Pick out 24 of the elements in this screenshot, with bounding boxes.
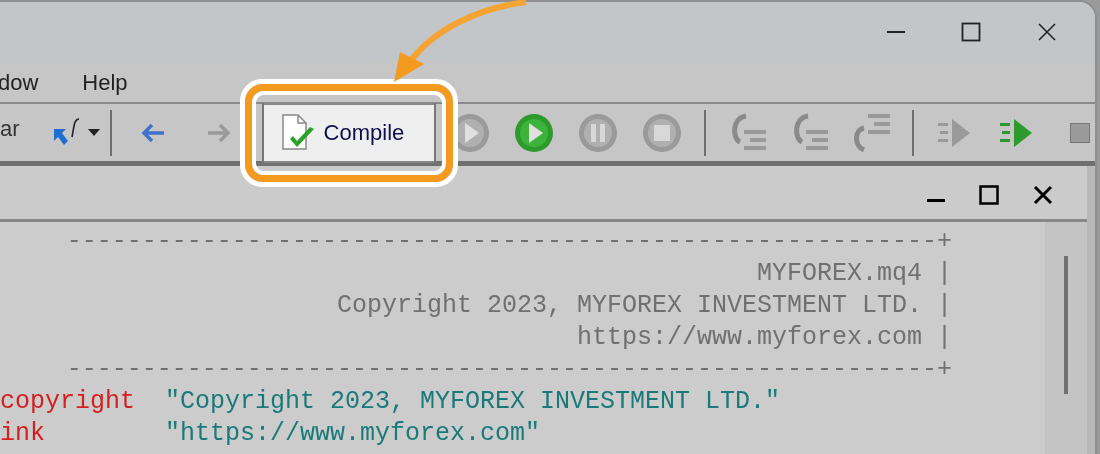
close-button[interactable] (1033, 184, 1053, 205)
compile-button[interactable]: Compile (261, 102, 436, 163)
close-icon (1037, 22, 1057, 42)
minimize-icon (887, 31, 905, 33)
property-name: copyright (0, 386, 137, 418)
minimize-icon (927, 198, 945, 202)
comment-line: MYFOREX.mq4 | (756, 258, 952, 290)
toolbar-label: ar (0, 115, 20, 143)
close-icon (1033, 184, 1053, 205)
comment-rule: ----------------------------------------------------------+ (66, 354, 952, 386)
string-literal: "Copyright 2023, MYFOREX INVESTMENT LTD." (165, 386, 781, 418)
comment-line: Copyright 2023, MYFOREX INVESTMENT LTD. | (336, 290, 952, 322)
maximize-button[interactable] (979, 184, 999, 205)
maximize-button[interactable] (961, 22, 981, 42)
maximize-icon (961, 22, 981, 42)
maximize-icon (979, 184, 999, 205)
close-button[interactable] (1037, 22, 1057, 42)
comment-rule: ----------------------------------------------------------+ (66, 226, 952, 258)
menu-item[interactable]: Help (82, 65, 128, 99)
comment-line: https://www.myforex.com | (576, 322, 952, 354)
caret-icon (87, 128, 100, 137)
property-name: ink (0, 418, 46, 450)
string-literal: "https://www.myforex.com" (165, 418, 541, 450)
stop-square-icon[interactable] (1069, 122, 1090, 143)
